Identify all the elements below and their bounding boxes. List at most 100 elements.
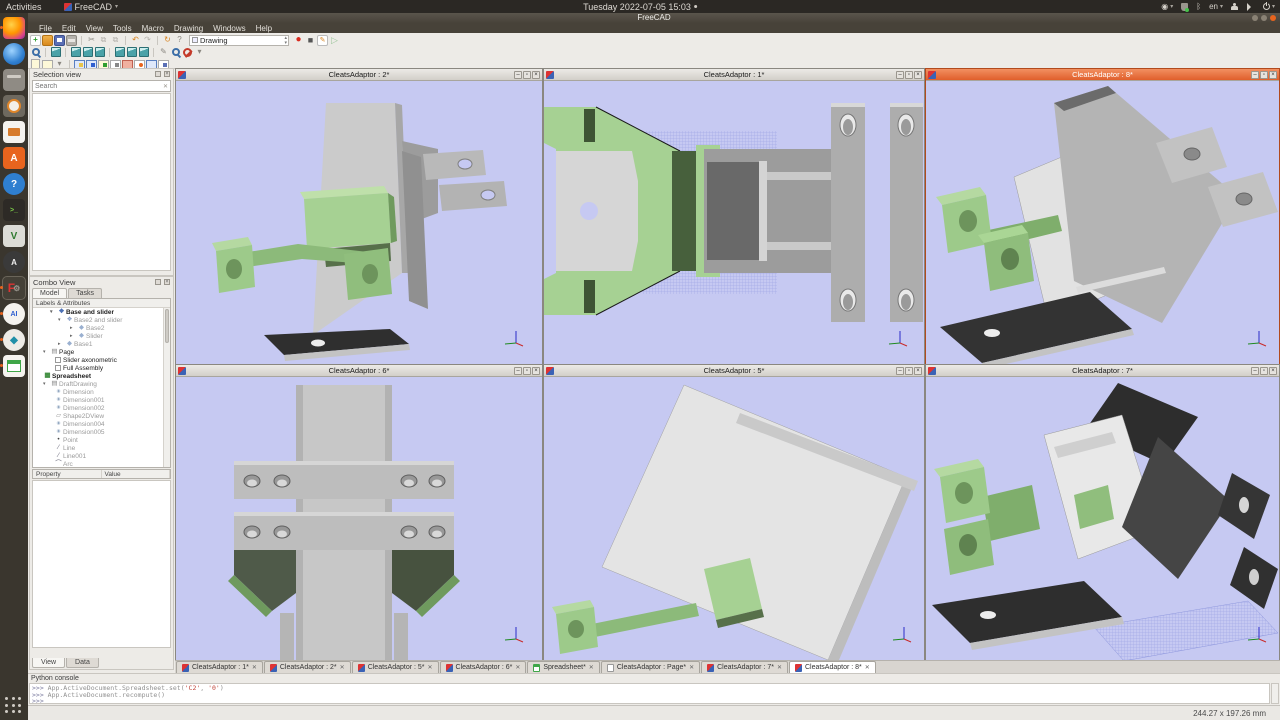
view-front-icon[interactable] [70,47,81,58]
close-tab-icon[interactable]: ✕ [515,664,520,671]
tree-item[interactable]: Arc [33,460,170,468]
fit-all-icon[interactable] [30,47,41,58]
restore-button[interactable]: ▫ [905,71,913,79]
panel-close-button[interactable]: × [164,71,170,77]
mdi-title-bar[interactable]: CleatsAdaptor : 6* –▫× [176,365,542,377]
tab-model[interactable]: Model [32,288,67,298]
mdi-title-bar[interactable]: CleatsAdaptor : 5* –▫× [544,365,924,377]
whats-this-icon[interactable]: ? [174,35,185,46]
mdi-title-bar[interactable]: CleatsAdaptor : 7* –▫× [926,365,1279,377]
close-tab-icon[interactable]: ✕ [340,664,345,671]
close-button[interactable]: × [1269,367,1277,375]
viewport-3d[interactable] [926,377,1279,659]
new-document-icon[interactable]: + [30,35,41,46]
menu-view[interactable]: View [81,24,108,33]
close-button[interactable]: × [1269,71,1277,79]
console-scrollbar[interactable] [1271,683,1279,704]
view-left-icon[interactable] [138,47,149,58]
menu-file[interactable]: File [34,24,57,33]
menu-edit[interactable]: Edit [57,24,81,33]
tree-item[interactable]: Dimension005 [33,428,170,436]
panel-float-button[interactable] [155,71,161,77]
window-maximize-button[interactable] [1261,15,1267,21]
security-shield-icon[interactable] [1181,3,1188,11]
viewport-3d[interactable] [176,377,542,659]
dock-item-libreoffice-impress[interactable] [3,121,25,143]
value-column[interactable]: Value [102,470,171,478]
tree-item[interactable]: Base2 [33,324,170,332]
dock-item-help[interactable]: ? [3,173,25,195]
open-folder-icon[interactable] [42,35,53,46]
tree-item[interactable]: Point [33,436,170,444]
tree-item[interactable]: Dimension002 [33,404,170,412]
tree-item[interactable]: Dimension004 [33,420,170,428]
window-close-button[interactable] [1270,15,1276,21]
mdi-title-bar-active[interactable]: CleatsAdaptor : 8* –▫× [926,69,1279,81]
dock-item-app-diamond[interactable]: ◆ [3,329,25,351]
dock-item-ubuntu-software[interactable]: A [3,147,25,169]
dock-item-files[interactable] [3,69,25,91]
tree-item[interactable]: Spreadsheet [33,372,170,380]
dock-item-app-ai[interactable]: AI [3,303,25,325]
print-icon[interactable] [66,35,77,46]
minimize-button[interactable]: – [896,367,904,375]
menu-macro[interactable]: Macro [137,24,169,33]
restore-button[interactable]: ▫ [905,367,913,375]
tab-tasks[interactable]: Tasks [68,288,102,298]
draw-style-icon[interactable]: ✎ [158,47,169,58]
close-tab-icon[interactable]: ✕ [589,664,594,671]
activities-button[interactable]: Activities [6,2,42,12]
macro-execute-icon[interactable]: ▷ [329,35,340,46]
clock-menu[interactable]: Tuesday 2022-07-05 15:03 [583,2,697,12]
tree-item[interactable]: DraftDrawing [33,380,170,388]
panel-close-button[interactable]: × [164,279,170,285]
minimize-button[interactable]: – [514,71,522,79]
minimize-button[interactable]: – [1251,367,1259,375]
refresh-icon[interactable]: ↻ [162,35,173,46]
minimize-button[interactable]: – [896,71,904,79]
menu-windows[interactable]: Windows [208,24,250,33]
input-source-indicator[interactable]: ◉▾ [1161,2,1173,11]
tree-item[interactable]: Line [33,444,170,452]
copy-icon[interactable]: ⧉ [98,35,109,46]
mdi-tab[interactable]: CleatsAdaptor : 7*✕ [701,661,788,673]
view-right-icon[interactable] [94,47,105,58]
keyboard-layout-indicator[interactable]: en▾ [1209,2,1223,11]
mdi-tab[interactable]: CleatsAdaptor : 2*✕ [264,661,351,673]
dock-item-freecad-active[interactable]: F⚙ [3,277,25,299]
dock-item-gvim[interactable]: V [3,225,25,247]
tree-scrollbar[interactable] [163,308,170,467]
dock-item-firefox[interactable] [3,17,25,39]
view-bottom-icon[interactable] [126,47,137,58]
tree-item[interactable]: Base and slider [33,308,170,316]
cut-icon[interactable]: ✂ [86,35,97,46]
accessibility-icon[interactable] [1231,3,1239,11]
search-input[interactable] [33,83,163,90]
power-menu[interactable]: ▾ [1263,3,1275,10]
dock-item-terminal[interactable]: >_ [3,199,25,221]
paste-icon[interactable]: ⧉ [110,35,121,46]
macro-edit-icon[interactable]: ✎ [317,35,328,46]
restore-button[interactable]: ▫ [523,367,531,375]
clear-search-icon[interactable]: ✕ [163,83,170,90]
property-table[interactable] [32,480,171,648]
mdi-title-bar[interactable]: CleatsAdaptor : 1* –▫× [544,69,924,81]
view-top-icon[interactable] [82,47,93,58]
tree-item[interactable]: Page [33,348,170,356]
viewport-3d[interactable] [926,81,1279,363]
tab-view[interactable]: View [32,658,65,668]
tree-item[interactable]: Line001 [33,452,170,460]
tree-item[interactable]: Slider axonometric [33,356,170,364]
close-button[interactable]: × [914,71,922,79]
close-button[interactable]: × [532,367,540,375]
dock-item-thunderbird[interactable] [3,43,25,65]
restore-button[interactable]: ▫ [523,71,531,79]
clip-plane-icon[interactable] [182,47,193,58]
minimize-button[interactable]: – [1251,71,1259,79]
menu-help[interactable]: Help [251,24,277,33]
mdi-tab[interactable]: CleatsAdaptor : 5*✕ [352,661,439,673]
redo-icon[interactable]: ↷ [142,35,153,46]
show-applications-button[interactable] [5,697,23,715]
clip-dropdown-icon[interactable]: ▾ [194,47,205,58]
menu-tools[interactable]: Tools [108,24,137,33]
